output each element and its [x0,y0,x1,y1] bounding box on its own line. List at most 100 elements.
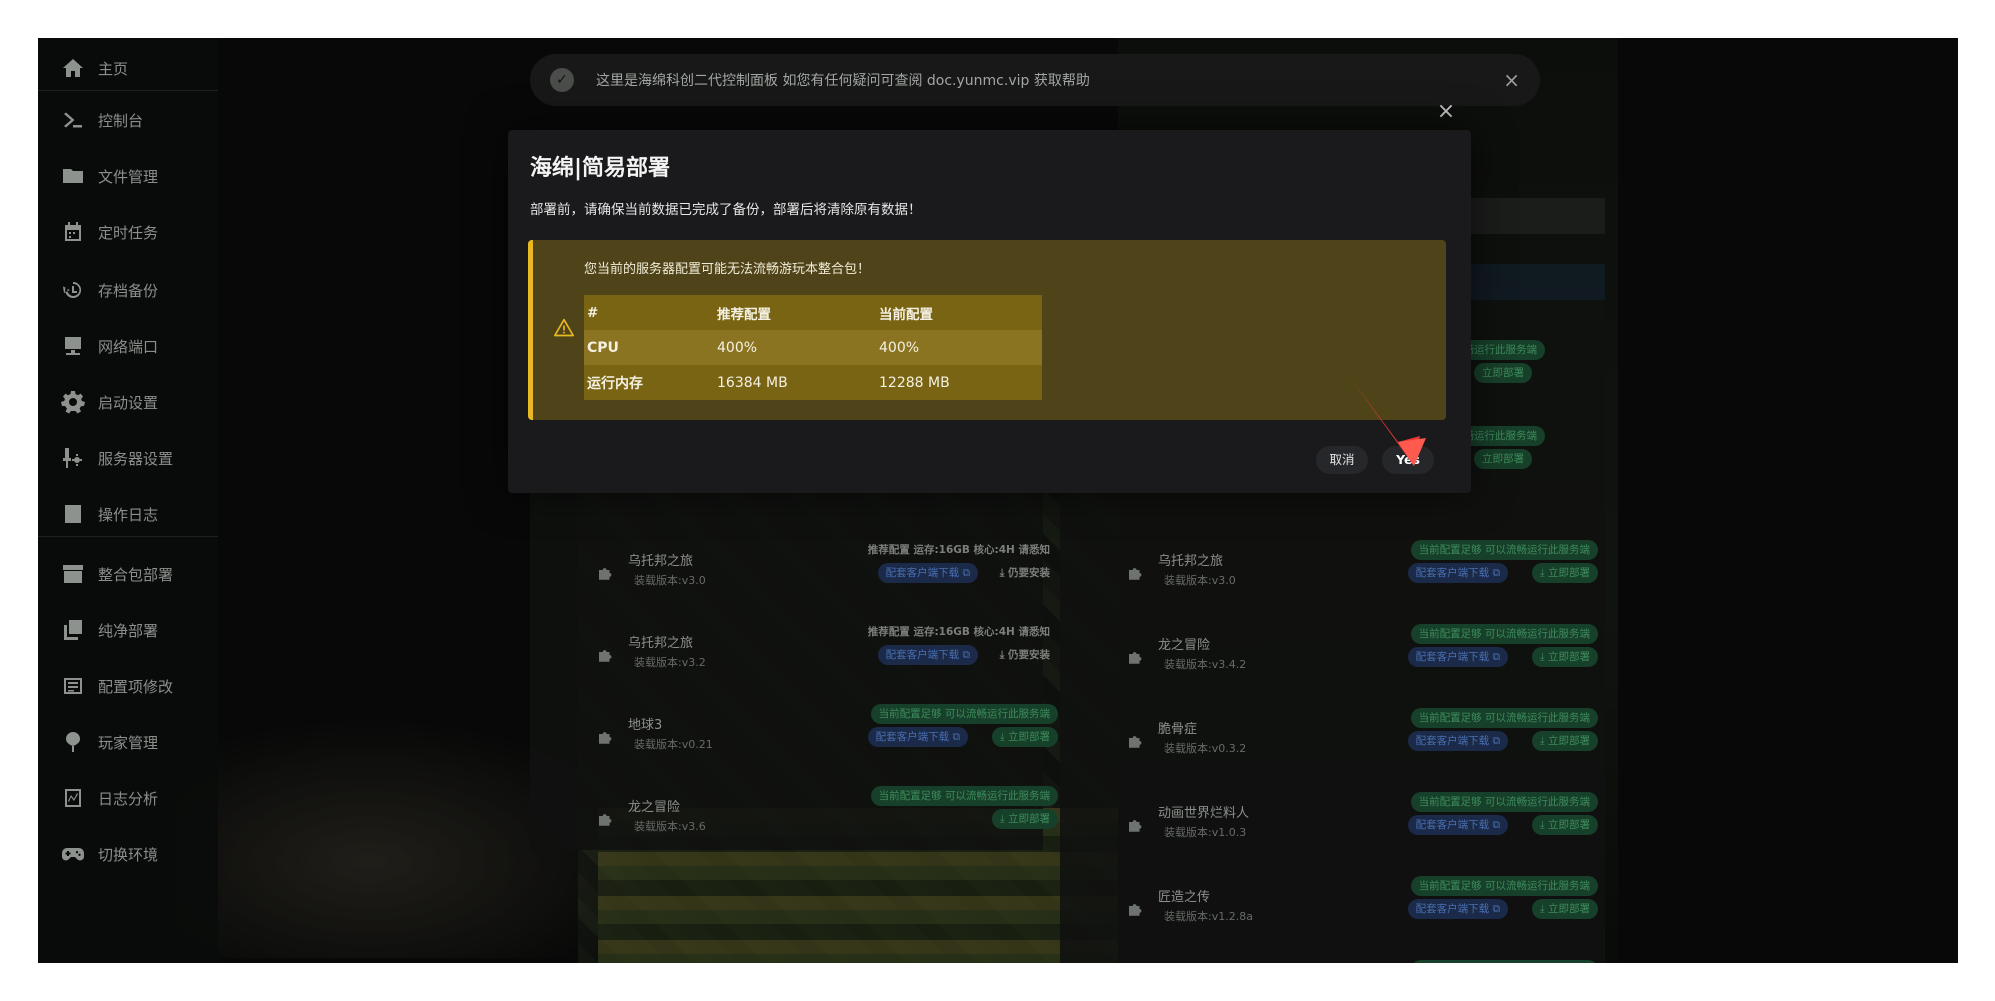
client-download-button[interactable]: 配套客户端下载 ⧉ [877,563,978,583]
sidebar-item-0[interactable]: 主页 [38,46,218,90]
client-download-button[interactable]: 配套客户端下载 ⧉ [1407,563,1508,583]
spec-header-cell: # [584,295,714,330]
list-item: 匠造之传 装载版本:v1.2.8a 当前配置足够 可以流畅运行此服务端 ⤓ 立即部署 配… [1126,876,1598,958]
deploy-button[interactable]: ⤓ 立即部署 [1532,563,1598,583]
list-item: 牧场世界探索自然当前配置足够 可以流畅运行此服务端 [1126,960,1598,963]
sidebar-item-14[interactable]: 切换环境 [38,832,218,876]
deploy-button[interactable]: ⤓ 立即部署 [1532,899,1598,919]
client-download-button[interactable]: 配套客户端下载 ⧉ [867,727,968,747]
notice-text: 这里是海绵科创二代控制面板 如您有任何疑问可查阅 doc.yunmc.vip 获… [596,73,1090,89]
deploy-button[interactable]: ⤓ 仍要安装 [992,645,1058,665]
sidebar-item-13[interactable]: 日志分析 [38,776,218,820]
status-badge: 推荐配置 运存:16GB 核心:4H 请悉知 [867,626,1050,638]
spec-cell: 400% [876,330,1042,365]
puzzle-icon [1126,900,1144,918]
archive-icon [60,561,86,587]
sidebar-item-4[interactable]: 存档备份 [38,268,218,312]
server-settings-icon [60,445,86,471]
card-name: 龙之冒险 [628,800,681,815]
pin-icon [60,729,86,755]
card-version: 装载版本:v3.4.2 [1164,658,1247,671]
list-icon [60,673,86,699]
status-badge: 当前配置足够 可以流畅运行此服务端 [870,786,1058,806]
modal-title: 海绵|简易部署 [530,156,671,181]
deploy-modal: 海绵|简易部署 部署前，请确保当前数据已完成了备份，部署后将清除原有数据！ 您当… [508,130,1471,493]
status-badge: 当前配置足够 可以流畅运行此服务端 [1410,624,1598,644]
client-download-button[interactable]: 配套客户端下载 ⧉ [877,645,978,665]
status-badge: 当前配置足够 可以流畅运行此服务端 [1410,540,1598,560]
folder-icon [60,163,86,189]
spec-table-header: # 推荐配置 当前配置 [584,295,1042,330]
list-item: 动画世界烂料人 装载版本:v1.0.3 当前配置足够 可以流畅运行此服务端 ⤓ 立即部… [1126,792,1598,874]
sidebar-item-9[interactable]: 整合包部署 [38,552,218,596]
client-download-button[interactable]: 配套客户端下载 ⧉ [1407,731,1508,751]
card-name: 匠造之传 [1158,890,1211,905]
sidebar-item-12[interactable]: 玩家管理 [38,720,218,764]
gamepad-icon [60,841,86,867]
modal-description: 部署前，请确保当前数据已完成了备份，部署后将清除原有数据！ [530,202,922,218]
deploy-button[interactable]: 立即部署 [1474,363,1532,383]
card-name: 龙之冒险 [1158,638,1211,653]
sidebar-item-5[interactable]: 网络端口 [38,324,218,368]
list-item: 龙之冒险装载版本:v3.6 当前配置足够 可以流畅运行此服务端 ⤓ 立即部署 [596,786,1058,868]
deploy-button[interactable]: ⤓ 仍要安装 [992,563,1058,583]
notice-close-icon[interactable]: × [1503,68,1520,92]
status-badge: 当前配置足够 可以流畅运行此服务端 [1410,960,1598,963]
deploy-button[interactable]: ⤓ 立即部署 [1532,815,1598,835]
deploy-button[interactable]: ⤓ 立即部署 [1532,731,1598,751]
sidebar-item-3[interactable]: 定时任务 [38,210,218,254]
copy-icon [60,617,86,643]
sidebar: 主页控制台文件管理定时任务存档备份网络端口启动设置服务器设置操作日志整合包部署纯… [38,38,218,963]
deploy-button[interactable]: ⤓ 立即部署 [992,727,1058,747]
warning-alert: 您当前的服务器配置可能无法流畅游玩本整合包！ # 推荐配置 当前配置 CPU 4… [528,240,1446,420]
card-version: 装载版本:v3.0 [1164,574,1236,587]
status-badge: 当前配置足够 可以流畅运行此服务端 [1410,708,1598,728]
deploy-button[interactable]: ⤓ 立即部署 [1532,647,1598,667]
sidebar-item-label: 切换环境 [98,845,159,864]
card-version: 装载版本:v3.0 [634,574,706,587]
list-item: 龙之冒险装载版本:v3.4.2 当前配置足够 可以流畅运行此服务端 ⤓ 立即部署 配套… [1126,624,1598,706]
sidebar-item-label: 主页 [98,59,129,78]
backup-icon [60,277,86,303]
client-download-button[interactable]: 配套客户端下载 ⧉ [1407,899,1508,919]
card-version: 装载版本:v3.6 [634,820,706,833]
sidebar-item-1[interactable]: 控制台 [38,98,218,142]
list-item: 地球3 装载版本:v0.21 当前配置足够 可以流畅运行此服务端 ⤓ 立即部署 配套客户… [596,704,1058,786]
modal-close-icon[interactable]: × [1434,100,1458,124]
sidebar-item-7[interactable]: 服务器设置 [38,436,218,480]
puzzle-icon [1126,816,1144,834]
network-icon [60,333,86,359]
list-item: 乌托邦之旅装载版本:v3.0 推荐配置 运存:16GB 核心:4H 请悉知 ⤓ 仍要… [596,542,1058,622]
sidebar-item-label: 网络端口 [98,337,159,356]
client-download-button[interactable]: 配套客户端下载 ⧉ [1407,815,1508,835]
spec-header-cell: 当前配置 [876,295,1042,330]
deploy-button[interactable]: 立即部署 [1474,449,1532,469]
status-badge: 当前配置足够 可以流畅运行此服务端 [870,704,1058,724]
status-badge: 推荐配置 运存:16GB 核心:4H 请悉知 [867,544,1050,556]
puzzle-icon [596,810,614,828]
sidebar-item-2[interactable]: 文件管理 [38,154,218,198]
client-download-button[interactable]: 配套客户端下载 ⧉ [1407,647,1508,667]
puzzle-icon [1126,732,1144,750]
app-window: 乌托邦之旅 装载版本:v3.0 推荐配置 运存:16GB 核心:4H 请悉知 ⤓ 仍要… [38,38,1958,963]
sidebar-item-10[interactable]: 纯净部署 [38,608,218,652]
puzzle-icon [596,728,614,746]
sidebar-item-6[interactable]: 启动设置 [38,380,218,424]
spec-table-row: 运行内存 16384 MB 12288 MB [584,365,1042,400]
alert-title: 您当前的服务器配置可能无法流畅游玩本整合包！ [584,262,871,277]
sidebar-item-8[interactable]: 操作日志 [38,492,218,536]
list-item: 乌托邦之旅 装载版本:v3.2 推荐配置 运存:16GB 核心:4H 请悉知 ⤓ 仍要… [596,624,1058,704]
sidebar-item-label: 服务器设置 [98,449,174,468]
card-name: 乌托邦之旅 [628,636,694,651]
card-name: 地球3 [628,718,663,733]
spec-cell: 400% [714,330,876,365]
card-name: 乌托邦之旅 [628,554,694,569]
log-icon [60,501,86,527]
spec-cell: 12288 MB [876,365,1042,400]
sidebar-item-label: 启动设置 [98,393,159,412]
deploy-button[interactable]: ⤓ 立即部署 [992,809,1058,829]
sidebar-item-11[interactable]: 配置项修改 [38,664,218,708]
check-circle-icon: ✓ [550,68,574,92]
card-version: 装载版本:v1.0.3 [1164,826,1247,839]
alert-accent-bar [528,240,533,420]
